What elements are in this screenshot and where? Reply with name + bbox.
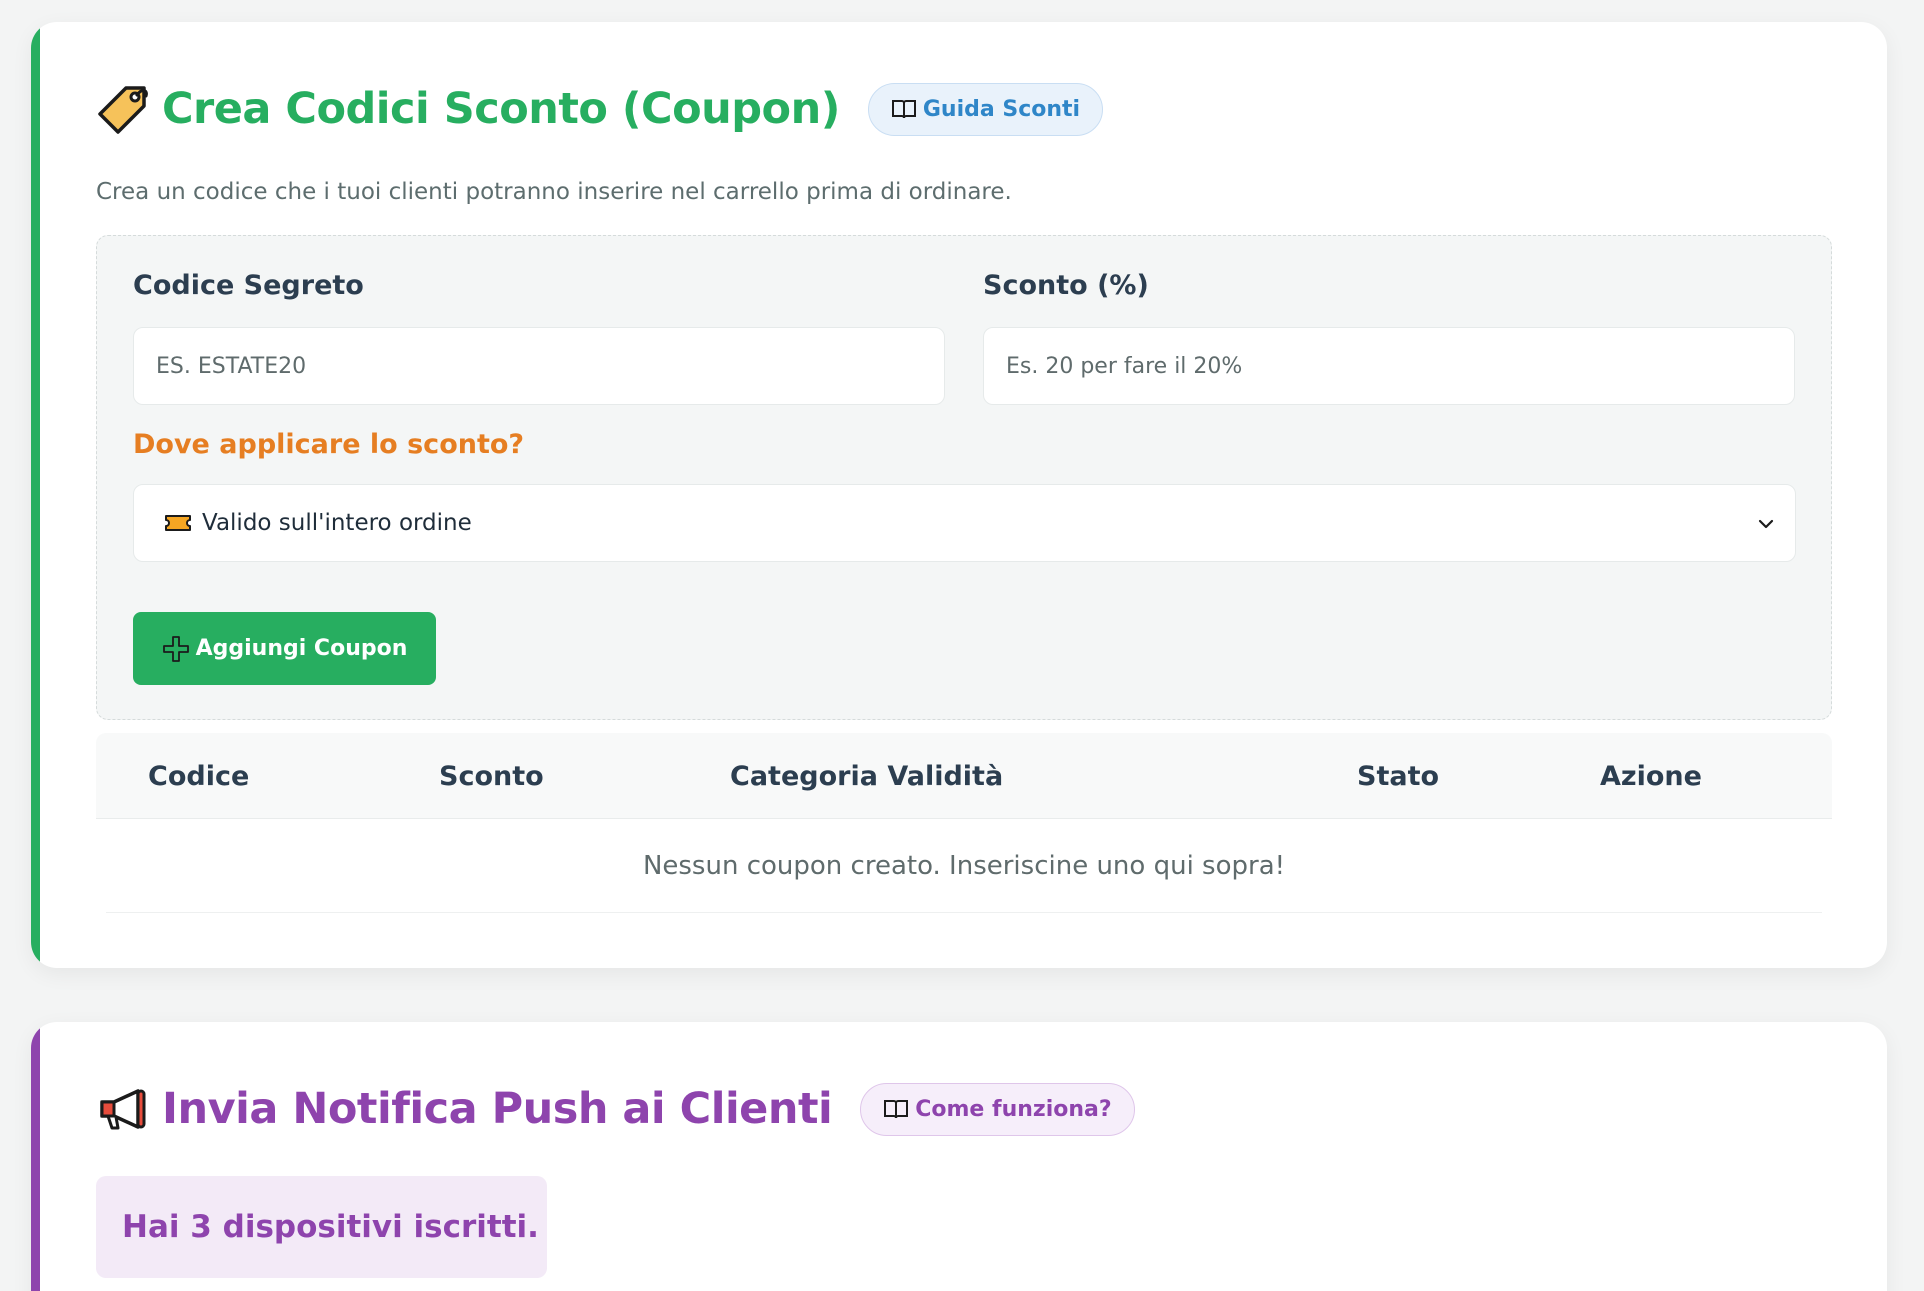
coupon-form: Codice Segreto Sconto (%) Dove applicare… [96, 235, 1832, 720]
how-it-works-label: Come funziona? [915, 1096, 1112, 1122]
megaphone-icon [96, 1082, 150, 1136]
push-card: Invia Notifica Push ai Clienti Come funz… [31, 1022, 1887, 1291]
how-it-works-button[interactable]: Come funziona? [860, 1082, 1135, 1136]
discount-input[interactable] [983, 327, 1795, 405]
code-input[interactable] [133, 327, 945, 405]
column-header-discount: Sconto [439, 761, 544, 792]
guide-discounts-button[interactable]: Guida Sconti [867, 82, 1104, 136]
apply-label: Dove applicare lo sconto? [133, 429, 525, 460]
discount-label: Sconto (%) [983, 270, 1149, 301]
open-book-icon [883, 1098, 909, 1120]
guide-discounts-label: Guida Sconti [922, 96, 1081, 122]
column-header-category: Categoria Validità [730, 761, 1004, 792]
coupon-subtitle: Crea un codice che i tuoi clienti potran… [96, 179, 1012, 205]
ticket-icon [164, 513, 192, 533]
coupon-table-empty-message: Nessun coupon creato. Inseriscine uno qu… [106, 819, 1822, 913]
chevron-down-icon [1757, 513, 1775, 531]
coupon-table-header: Codice Sconto Categoria Validità Stato A… [96, 733, 1832, 819]
column-header-action: Azione [1600, 761, 1702, 792]
open-book-icon [891, 98, 917, 120]
coupon-title-row: Crea Codici Sconto (Coupon) Guida Sconti [96, 82, 1104, 136]
column-header-code: Codice [148, 761, 250, 792]
push-title: Invia Notifica Push ai Clienti [162, 1084, 833, 1134]
apply-scope-value: Valido sull'intero ordine [202, 510, 472, 536]
column-header-status: Stato [1357, 761, 1440, 792]
coupon-title: Crea Codici Sconto (Coupon) [162, 84, 840, 134]
subscribed-devices-info: Hai 3 dispositivi iscritti. [96, 1176, 547, 1278]
coupon-card: Crea Codici Sconto (Coupon) Guida Sconti… [31, 22, 1887, 968]
code-label: Codice Segreto [133, 270, 364, 301]
price-tag-icon [96, 82, 150, 136]
apply-scope-select[interactable]: Valido sull'intero ordine [133, 484, 1796, 562]
plus-icon [162, 635, 190, 663]
add-coupon-button[interactable]: Aggiungi Coupon [133, 612, 436, 685]
add-coupon-label: Aggiungi Coupon [195, 636, 408, 661]
push-title-row: Invia Notifica Push ai Clienti Come funz… [96, 1082, 1135, 1136]
